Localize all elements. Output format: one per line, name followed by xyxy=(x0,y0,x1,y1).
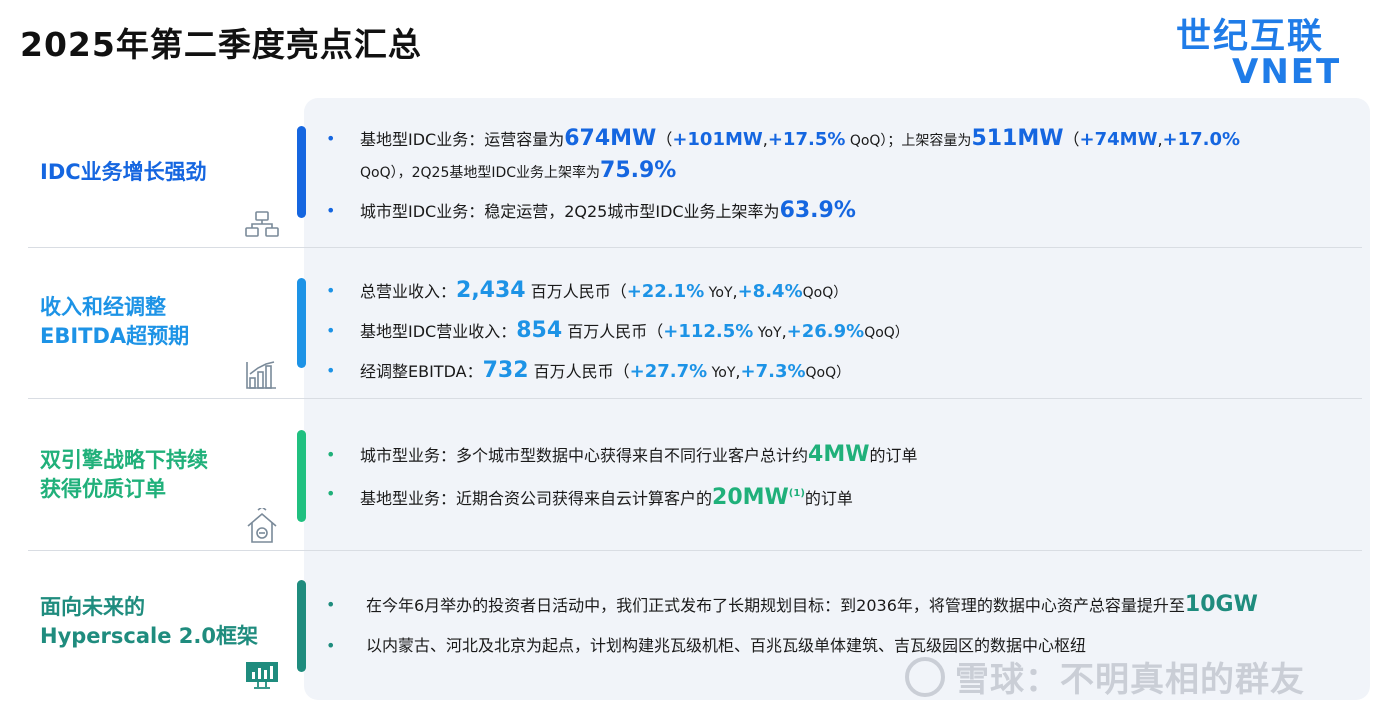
section-accent-bar xyxy=(297,126,306,218)
list-item: • 总营业收入：2,434 百万人民币（+22.1% YoY,+8.4%QoQ） xyxy=(326,276,909,308)
section-title-line: 双引擎战略下持续 xyxy=(40,448,208,472)
bullet-dot: • xyxy=(326,484,336,503)
list-item: • 城市型IDC业务：稳定运营，2Q25城市型IDC业务上架率为63.9% xyxy=(326,196,1240,227)
text: YoY xyxy=(704,285,733,301)
bullet-dot: • xyxy=(326,129,336,148)
text: 百万人民币（ xyxy=(562,322,664,341)
text: 城市型业务：多个城市型数据中心获得来自不同行业客户总计约 xyxy=(360,446,809,465)
section-title: 收入和经调整 EBITDA超预期 xyxy=(40,293,189,351)
text: QoQ） xyxy=(805,365,851,381)
value: 20MW xyxy=(712,485,789,510)
section-title-line: 面向未来的 xyxy=(40,595,145,619)
watermark-text: 雪球：不明真相的群友 xyxy=(955,660,1305,700)
value: +74MW xyxy=(1079,129,1158,150)
value: +8.4% xyxy=(737,281,803,302)
bullet-list: • 城市型业务：多个城市型数据中心获得来自不同行业客户总计约4MW的订单 • 基… xyxy=(326,440,918,514)
bullet-dot: • xyxy=(326,201,336,220)
section-title-line: Hyperscale 2.0框架 xyxy=(40,624,258,648)
divider xyxy=(28,550,1362,551)
value: +112.5% xyxy=(663,321,754,342)
list-item: • 基地型IDC营业收入：854 百万人民币（+112.5% YoY,+26.9… xyxy=(326,316,909,348)
bullet-dot: • xyxy=(326,595,336,614)
text: 基地型IDC业务：运营容量为 xyxy=(360,130,565,149)
value: 674MW xyxy=(564,126,657,151)
logo-en-text: VNET xyxy=(1232,52,1342,92)
text: 百万人民币（ xyxy=(525,282,627,301)
text: 基地型IDC营业收入： xyxy=(360,322,517,341)
watermark: 雪球：不明真相的群友 xyxy=(905,652,1305,701)
section-title-line: IDC业务增长强劲 xyxy=(40,160,207,184)
text: QoQ）；上架容量为 xyxy=(845,133,972,149)
value: 63.9% xyxy=(779,198,856,223)
text: （ xyxy=(656,130,673,149)
bullet-dot: • xyxy=(326,445,336,464)
text: QoQ），2Q25基地型IDC业务上架率为 xyxy=(360,165,601,181)
section-title: 面向未来的 Hyperscale 2.0框架 xyxy=(40,593,258,651)
section-accent-bar xyxy=(297,278,306,368)
list-item: • 在今年6月举办的投资者日活动中，我们正式发布了长期规划目标：到2036年，将… xyxy=(326,590,1258,621)
value: +27.7% xyxy=(629,361,708,382)
footnote-marker: (1) xyxy=(788,488,805,499)
divider xyxy=(28,398,1362,399)
text: 基地型业务：近期合资公司获得来自云计算客户的 xyxy=(360,489,713,508)
text: 的订单 xyxy=(869,446,918,465)
bullet-dot: • xyxy=(326,361,336,380)
list-item: • 基地型业务：近期合资公司获得来自云计算客户的20MW(1)的订单 xyxy=(326,479,918,514)
value: 4MW xyxy=(808,442,870,467)
page-title: 2025年第二季度亮点汇总 xyxy=(20,25,422,64)
vnet-logo: 世纪互联 VNET xyxy=(1170,8,1360,92)
section-accent-bar xyxy=(297,580,306,672)
text: 总营业收入： xyxy=(360,282,457,301)
house-icon xyxy=(247,508,277,543)
text: （ xyxy=(1063,130,1080,149)
network-icon xyxy=(245,211,279,237)
value: +26.9% xyxy=(786,321,865,342)
value: 2,434 xyxy=(456,278,526,303)
value: +7.3% xyxy=(740,361,806,382)
text: 的订单 xyxy=(804,489,853,508)
value: 854 xyxy=(516,318,563,343)
text: 百万人民币（ xyxy=(528,362,630,381)
section-title: IDC业务增长强劲 xyxy=(40,158,207,187)
snowball-logo-icon xyxy=(905,657,945,697)
value: 732 xyxy=(482,358,529,383)
section-accent-bar xyxy=(297,430,306,522)
bullet-list: • 总营业收入：2,434 百万人民币（+22.1% YoY,+8.4%QoQ）… xyxy=(326,276,909,388)
section-title-line: 获得优质订单 xyxy=(40,477,166,501)
list-item: • 经调整EBITDA：732 百万人民币（+27.7% YoY,+7.3%Qo… xyxy=(326,356,909,388)
section-title-line: EBITDA超预期 xyxy=(40,324,190,348)
bullet-dot: • xyxy=(326,636,336,655)
value: +22.1% xyxy=(626,281,705,302)
text: YoY xyxy=(753,325,782,341)
value: +17.0% xyxy=(1162,129,1241,150)
bullet-list: • 基地型IDC业务：运营容量为674MW（+101MW,+17.5% QoQ）… xyxy=(326,124,1240,227)
bar-chart-icon xyxy=(246,361,276,389)
value: 511MW xyxy=(971,126,1064,151)
list-item: • 城市型业务：多个城市型数据中心获得来自不同行业客户总计约4MW的订单 xyxy=(326,440,918,471)
text: QoQ） xyxy=(802,285,848,301)
bullet-dot: • xyxy=(326,281,336,300)
value: 75.9% xyxy=(600,158,677,183)
text: QoQ） xyxy=(864,325,909,341)
value: +17.5% xyxy=(767,129,846,150)
section-title: 双引擎战略下持续 获得优质订单 xyxy=(40,446,208,504)
value: +101MW xyxy=(672,129,763,150)
list-item: • 基地型IDC业务：运营容量为674MW（+101MW,+17.5% QoQ）… xyxy=(326,124,1240,188)
monitor-chart-icon xyxy=(246,662,278,689)
bullet-list: • 在今年6月举办的投资者日活动中，我们正式发布了长期规划目标：到2036年，将… xyxy=(326,590,1258,661)
text: 城市型IDC业务：稳定运营，2Q25城市型IDC业务上架率为 xyxy=(360,202,780,221)
text: 经调整EBITDA： xyxy=(360,362,483,381)
divider xyxy=(28,247,1362,248)
bullet-dot: • xyxy=(326,321,336,340)
text: 在今年6月举办的投资者日活动中，我们正式发布了长期规划目标：到2036年，将管理… xyxy=(366,596,1185,615)
text: YoY xyxy=(707,365,736,381)
section-title-line: 收入和经调整 xyxy=(40,295,166,319)
value: 10GW xyxy=(1184,592,1258,617)
